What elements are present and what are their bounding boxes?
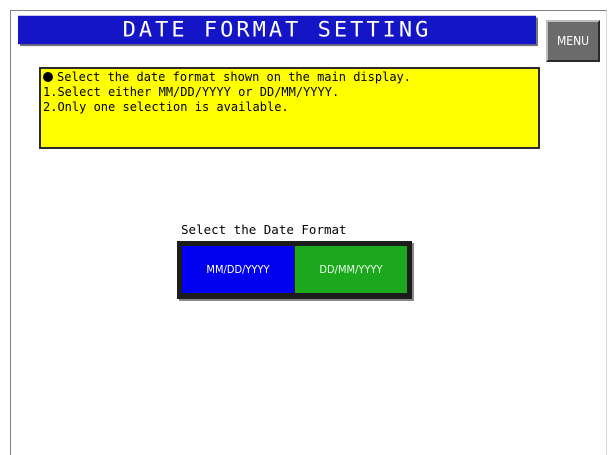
page-title: DATE FORMAT SETTING: [18, 15, 536, 45]
instruction-line-2: 1.Select either MM/DD/YYYY or DD/MM/YYYY…: [43, 85, 340, 99]
date-format-label: Select the Date Format: [181, 222, 347, 237]
instruction-line-3: 2.Only one selection is available.: [43, 100, 289, 114]
mm-dd-yyyy-button[interactable]: MM/DD/YYYY: [182, 246, 294, 293]
instruction-text-1: Select the date format shown on the main…: [57, 70, 412, 84]
dd-mm-yyyy-button[interactable]: DD/MM/YYYY: [295, 246, 407, 293]
menu-button[interactable]: MENU: [546, 20, 600, 62]
instructions-panel: Select the date format shown on the main…: [39, 67, 540, 149]
instruction-line-1: Select the date format shown on the main…: [43, 70, 538, 85]
date-format-selector: MM/DD/YYYY DD/MM/YYYY: [177, 241, 412, 299]
bullet-icon: [43, 72, 53, 82]
